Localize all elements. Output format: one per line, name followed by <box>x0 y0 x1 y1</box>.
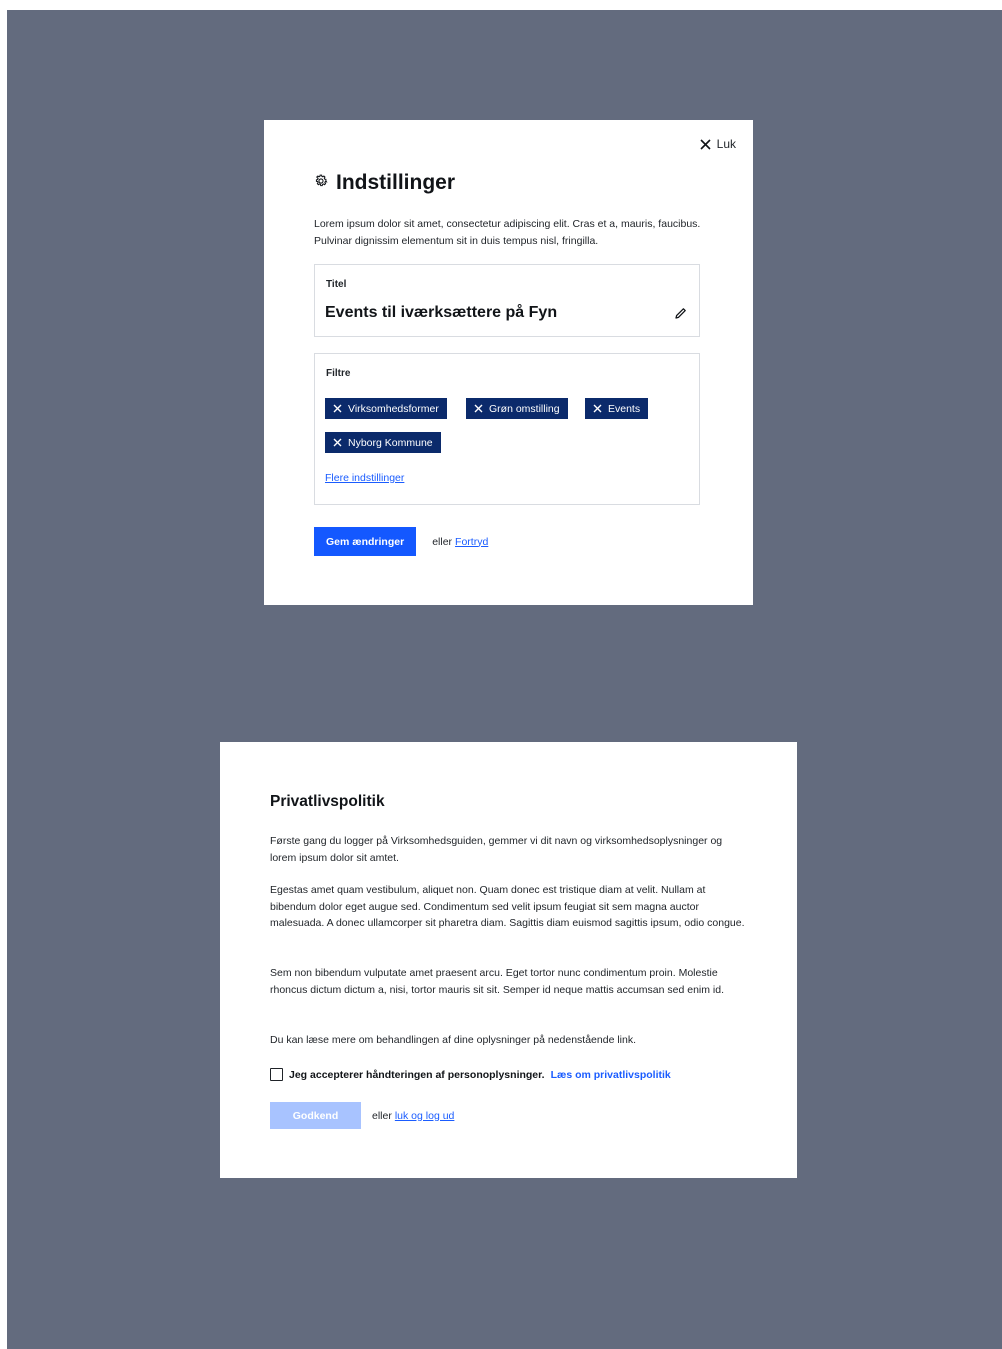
filter-chip-label: Grøn omstilling <box>489 402 560 415</box>
filter-chip-label: Virksomhedsformer <box>348 402 439 415</box>
filter-chip[interactable]: Virksomhedsformer <box>325 398 447 419</box>
close-button[interactable]: Luk <box>700 137 736 151</box>
close-icon <box>333 438 342 447</box>
cancel-link[interactable]: Fortryd <box>455 536 488 548</box>
close-icon <box>333 404 342 413</box>
gear-icon <box>314 174 328 193</box>
title-field-value: Events til iværksættere på Fyn <box>325 304 558 321</box>
close-icon <box>593 404 602 413</box>
or-text: eller luk og log ud <box>372 1110 454 1122</box>
filters-card: Filtre Virksomhedsformer Grøn omstilling… <box>314 353 700 505</box>
filter-chip-label: Nyborg Kommune <box>348 436 433 449</box>
privacy-paragraph: Sem non bibendum vulputate amet praesent… <box>270 967 725 996</box>
privacy-paragraph: Du kan læse mere om behandlingen af dine… <box>270 1034 636 1046</box>
privacy-modal: Privatlivspolitik Første gang du logger … <box>220 742 797 1178</box>
consent-checkbox[interactable] <box>270 1068 283 1081</box>
consent-label: Jeg accepterer håndteringen af personopl… <box>289 1068 545 1081</box>
more-settings-link[interactable]: Flere indstillinger <box>325 472 404 484</box>
close-icon <box>474 404 483 413</box>
settings-modal: Luk Indstillinger Lorem ipsum dolor sit … <box>264 120 753 605</box>
privacy-policy-link[interactable]: Læs om privatlivspolitik <box>551 1069 671 1081</box>
filter-chip-label: Events <box>608 402 641 415</box>
privacy-paragraph: Første gang du logger på Virksomhedsguid… <box>270 835 723 864</box>
or-text: eller Fortryd <box>432 536 488 548</box>
consent-row: Jeg accepterer håndteringen af personopl… <box>270 1068 671 1081</box>
privacy-actions: Godkend eller luk og log ud <box>270 1102 454 1129</box>
filters-label: Filtre <box>326 368 351 379</box>
filter-chip[interactable]: Events <box>585 398 649 419</box>
or-label: eller <box>432 535 453 548</box>
settings-actions: Gem ændringer eller Fortryd <box>314 527 488 556</box>
settings-heading: Indstillinger <box>314 171 455 195</box>
page-title: Indstillinger <box>336 171 456 194</box>
privacy-title: Privatlivspolitik <box>270 793 385 810</box>
filter-chip[interactable]: Grøn omstilling <box>466 398 568 419</box>
logout-link[interactable]: luk og log ud <box>395 1110 455 1122</box>
filter-chip[interactable]: Nyborg Kommune <box>325 432 441 453</box>
privacy-paragraph: Egestas amet quam vestibulum, aliquet no… <box>270 884 745 929</box>
pencil-icon[interactable] <box>674 307 687 325</box>
approve-button[interactable]: Godkend <box>270 1102 361 1129</box>
or-label: eller <box>372 1109 392 1122</box>
close-label: Luk <box>716 137 736 151</box>
close-icon <box>700 138 711 150</box>
title-field-label: Titel <box>326 279 347 290</box>
settings-description: Lorem ipsum dolor sit amet, consectetur … <box>314 218 701 247</box>
title-field-card: Titel Events til iværksættere på Fyn <box>314 264 700 337</box>
save-button[interactable]: Gem ændringer <box>314 527 417 556</box>
